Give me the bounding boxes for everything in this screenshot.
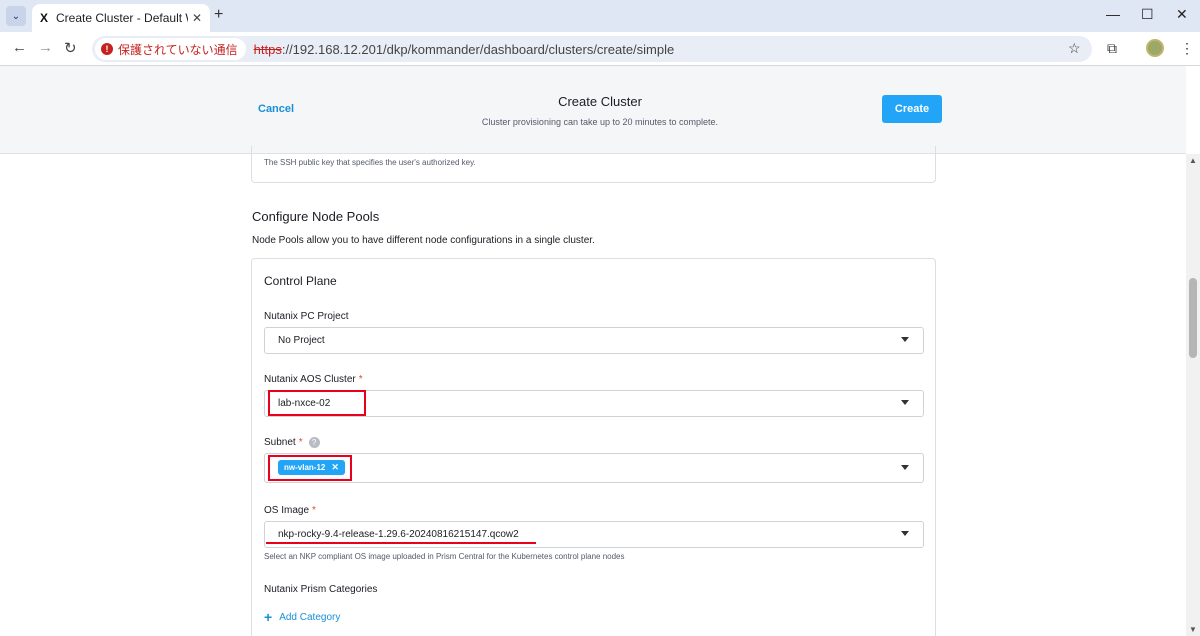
security-chip-label: 保護されていない通信 [118, 42, 238, 57]
bookmark-star-icon[interactable]: ☆ [1068, 40, 1081, 57]
create-button[interactable]: Create [882, 95, 942, 123]
minimize-icon[interactable]: — [1106, 6, 1120, 22]
control-plane-title: Control Plane [264, 274, 337, 288]
aos-cluster-label-text: Nutanix AOS Cluster [264, 374, 356, 385]
required-mark: * [298, 437, 303, 449]
subnet-label-text: Subnet [264, 437, 296, 449]
scroll-down-icon[interactable]: ▼ [1189, 625, 1197, 634]
create-cluster-header: Cancel Create Cluster Cluster provisioni… [0, 66, 1186, 154]
highlight-box-subnet [268, 455, 352, 481]
chevron-down-icon [901, 531, 909, 536]
add-category-button[interactable]: + Add Category [264, 609, 340, 625]
browser-tab[interactable]: X Create Cluster - Default Worksp ✕ [32, 4, 210, 32]
os-image-help: Select an NKP compliant OS image uploade… [264, 552, 625, 561]
url-scheme: https [253, 41, 282, 57]
window-close-icon[interactable]: ✕ [1176, 6, 1188, 23]
reload-icon[interactable]: ↻ [64, 39, 77, 57]
profile-avatar[interactable] [1146, 39, 1164, 57]
help-icon[interactable]: ? [308, 437, 320, 448]
browser-menu-icon[interactable]: ⋮ [1180, 40, 1194, 57]
chevron-down-icon [901, 337, 909, 342]
page-subtitle: Cluster provisioning can take up to 20 m… [481, 117, 719, 127]
node-pools-title: Configure Node Pools [252, 209, 380, 224]
browser-tab-bar: ⌄ X Create Cluster - Default Worksp ✕ + … [0, 0, 1200, 32]
os-image-label-text: OS Image [264, 505, 310, 516]
scroll-up-icon[interactable]: ▲ [1189, 156, 1197, 165]
extensions-icon[interactable]: ⧉ [1107, 40, 1117, 57]
forward-icon[interactable]: → [38, 39, 53, 56]
prism-categories-label: Nutanix Prism Categories [264, 584, 378, 595]
favicon-icon: X [40, 11, 49, 25]
add-category-label: Add Category [279, 611, 341, 623]
new-tab-icon[interactable]: + [214, 6, 223, 24]
required-mark: * [312, 505, 316, 516]
insecure-warning-icon: ! [101, 43, 113, 55]
ssh-key-card: The SSH public key that specifies the us… [251, 146, 936, 183]
pc-project-select[interactable]: No Project [264, 327, 924, 354]
ssh-key-help: The SSH public key that specifies the us… [264, 158, 476, 167]
back-icon[interactable]: ← [12, 39, 27, 56]
control-plane-card: Control Plane Nutanix PC Project No Proj… [251, 258, 936, 636]
highlight-underline-os-image [266, 542, 536, 544]
page-title: Create Cluster [558, 94, 642, 109]
maximize-icon[interactable]: ☐ [1141, 6, 1154, 23]
plus-icon: + [264, 609, 273, 625]
required-mark: * [358, 374, 363, 385]
scroll-thumb[interactable] [1189, 278, 1197, 358]
pc-project-value: No Project [278, 335, 325, 346]
os-image-value: nkp-rocky-9.4-release-1.29.6-20240816215… [278, 529, 519, 540]
url-path: ://192.168.12.201/dkp/kommander/dashboar… [281, 41, 675, 57]
browser-toolbar: ← → ↻ ! 保護されていない通信 https ://192.168.12.2… [0, 32, 1200, 66]
security-chip[interactable]: ! 保護されていない通信 [95, 38, 246, 60]
tab-close-icon[interactable]: ✕ [192, 11, 202, 25]
os-image-label: OS Image * [264, 505, 316, 516]
pc-project-label: Nutanix PC Project [264, 311, 349, 322]
chevron-down-icon [901, 465, 909, 470]
aos-cluster-label: Nutanix AOS Cluster * [264, 374, 363, 385]
tab-title: Create Cluster - Default Worksp [56, 11, 188, 25]
subnet-select[interactable]: nw-vlan-12 ✕ [264, 453, 924, 483]
page-scrollbar[interactable]: ▲ ▼ [1186, 154, 1200, 636]
chevron-down-icon [901, 400, 909, 405]
highlight-box-aos-cluster [268, 390, 366, 416]
node-pools-description: Node Pools allow you to have different n… [252, 235, 595, 246]
subnet-label: Subnet *? [264, 437, 320, 448]
address-bar[interactable]: ! 保護されていない通信 https ://192.168.12.201/dkp… [92, 36, 1092, 62]
tab-list-chevron-icon[interactable]: ⌄ [6, 6, 26, 26]
